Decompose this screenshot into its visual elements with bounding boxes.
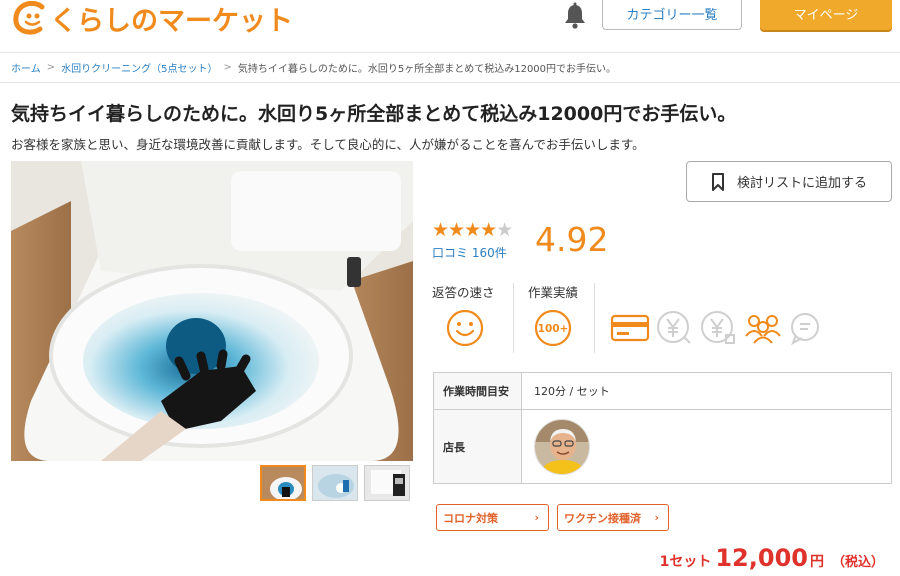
page-title: 気持ちイイ暮らしのために。水回り5ヶ所全部まとめて税込み12000円でお手伝い。 (11, 103, 737, 125)
toilet-cleaning-image (11, 161, 413, 461)
rating-score: 4.92 (535, 220, 609, 259)
logo-mark-icon (13, 1, 45, 35)
chat-consultation-icon (791, 313, 819, 345)
category-list-label: カテゴリー一覧 (626, 7, 718, 23)
manager-label: 店長 (433, 409, 522, 484)
breadcrumb: ホーム > 水回りクリーニング（5点セット） > 気持ちイイ暮らしのために。水回… (11, 60, 616, 75)
chevron-right-icon: › (654, 511, 659, 524)
thumbnail-image (365, 466, 409, 500)
photo-thumbnails (260, 465, 410, 501)
breadcrumb-home[interactable]: ホーム (11, 60, 41, 75)
main-service-photo[interactable] (11, 161, 413, 461)
thumbnail-image (262, 467, 304, 499)
manager-photo (535, 419, 589, 474)
mypage-button[interactable]: マイページ (760, 0, 892, 30)
work-record-badge-icon: 100+ (534, 309, 572, 347)
add-to-wishlist-button[interactable]: 検討リストに追加する (686, 161, 892, 202)
star-filled-icons: ★★★★ (432, 219, 497, 241)
covid-measures-label: コロナ対策 (443, 511, 498, 525)
header-divider (0, 52, 900, 53)
smile-face-icon (446, 309, 484, 347)
duration-value: 120分 / セット (521, 372, 892, 410)
breadcrumb-category[interactable]: 水回りクリーニング（5点セット） (61, 60, 217, 75)
vaccinated-label: ワクチン接種済 (564, 511, 641, 525)
thumbnail-3[interactable] (364, 465, 410, 501)
star-empty-icon: ★ (496, 219, 513, 241)
site-logo[interactable]: くらしのマーケット (12, 0, 293, 37)
breadcrumb-divider (0, 82, 900, 83)
site-header: くらしのマーケット カテゴリー一覧 マイページ (0, 0, 900, 40)
table-row: 作業時間目安 120分 / セット (433, 372, 892, 410)
yen-payment-icon (657, 311, 691, 344)
add-to-wishlist-label: 検討リストに追加する (736, 176, 867, 191)
bookmark-icon (711, 172, 724, 191)
category-list-button[interactable]: カテゴリー一覧 (602, 0, 742, 30)
chevron-right-icon: › (534, 511, 539, 524)
rating-stars: ★★★★★ (432, 219, 513, 241)
credit-card-icon (610, 314, 650, 342)
logo-text: くらしのマーケット (50, 5, 293, 37)
avatar[interactable] (534, 418, 590, 475)
duration-label: 作業時間目安 (433, 372, 522, 410)
metric-divider (594, 283, 595, 353)
manager-cell (521, 409, 892, 484)
review-count-link[interactable]: 口コミ 160件 (432, 244, 507, 261)
price-amount: 12,000 (715, 544, 808, 572)
work-record-badge-text: 100+ (538, 323, 569, 335)
covid-measures-tag[interactable]: コロナ対策 › (436, 504, 549, 531)
vaccinated-tag[interactable]: ワクチン接種済 › (557, 504, 669, 531)
mypage-label: マイページ (793, 7, 859, 23)
thumbnail-2[interactable] (312, 465, 358, 501)
feature-icons (610, 309, 826, 347)
yen-deferred-payment-icon (701, 311, 735, 344)
table-row: 店長 (433, 409, 892, 484)
info-table: 作業時間目安 120分 / セット 店長 (433, 372, 892, 484)
response-speed-label: 返答の速さ (432, 285, 495, 300)
work-record-label: 作業実績 (528, 285, 579, 300)
metric-divider (513, 283, 514, 353)
breadcrumb-separator-icon: > (46, 62, 56, 73)
price-tax-note: （税込） (831, 555, 884, 570)
breadcrumb-current: 気持ちイイ暮らしのために。水回り5ヶ所全部まとめて税込み12000円でお手伝い。 (237, 64, 617, 75)
team-people-icon (745, 315, 781, 344)
bell-icon[interactable] (562, 2, 588, 30)
thumbnail-1[interactable] (260, 465, 306, 501)
price-unit: 1セット (659, 554, 712, 570)
page-subtitle: お客様を家族と思い、身近な環境改善に貢献します。そして良心的に、人が嫌がることを… (11, 137, 645, 152)
thumbnail-image (313, 466, 357, 500)
breadcrumb-separator-icon: > (223, 62, 232, 73)
price: 1セット 12,000 円 （税込） (660, 544, 884, 572)
price-currency: 円 (809, 554, 824, 570)
